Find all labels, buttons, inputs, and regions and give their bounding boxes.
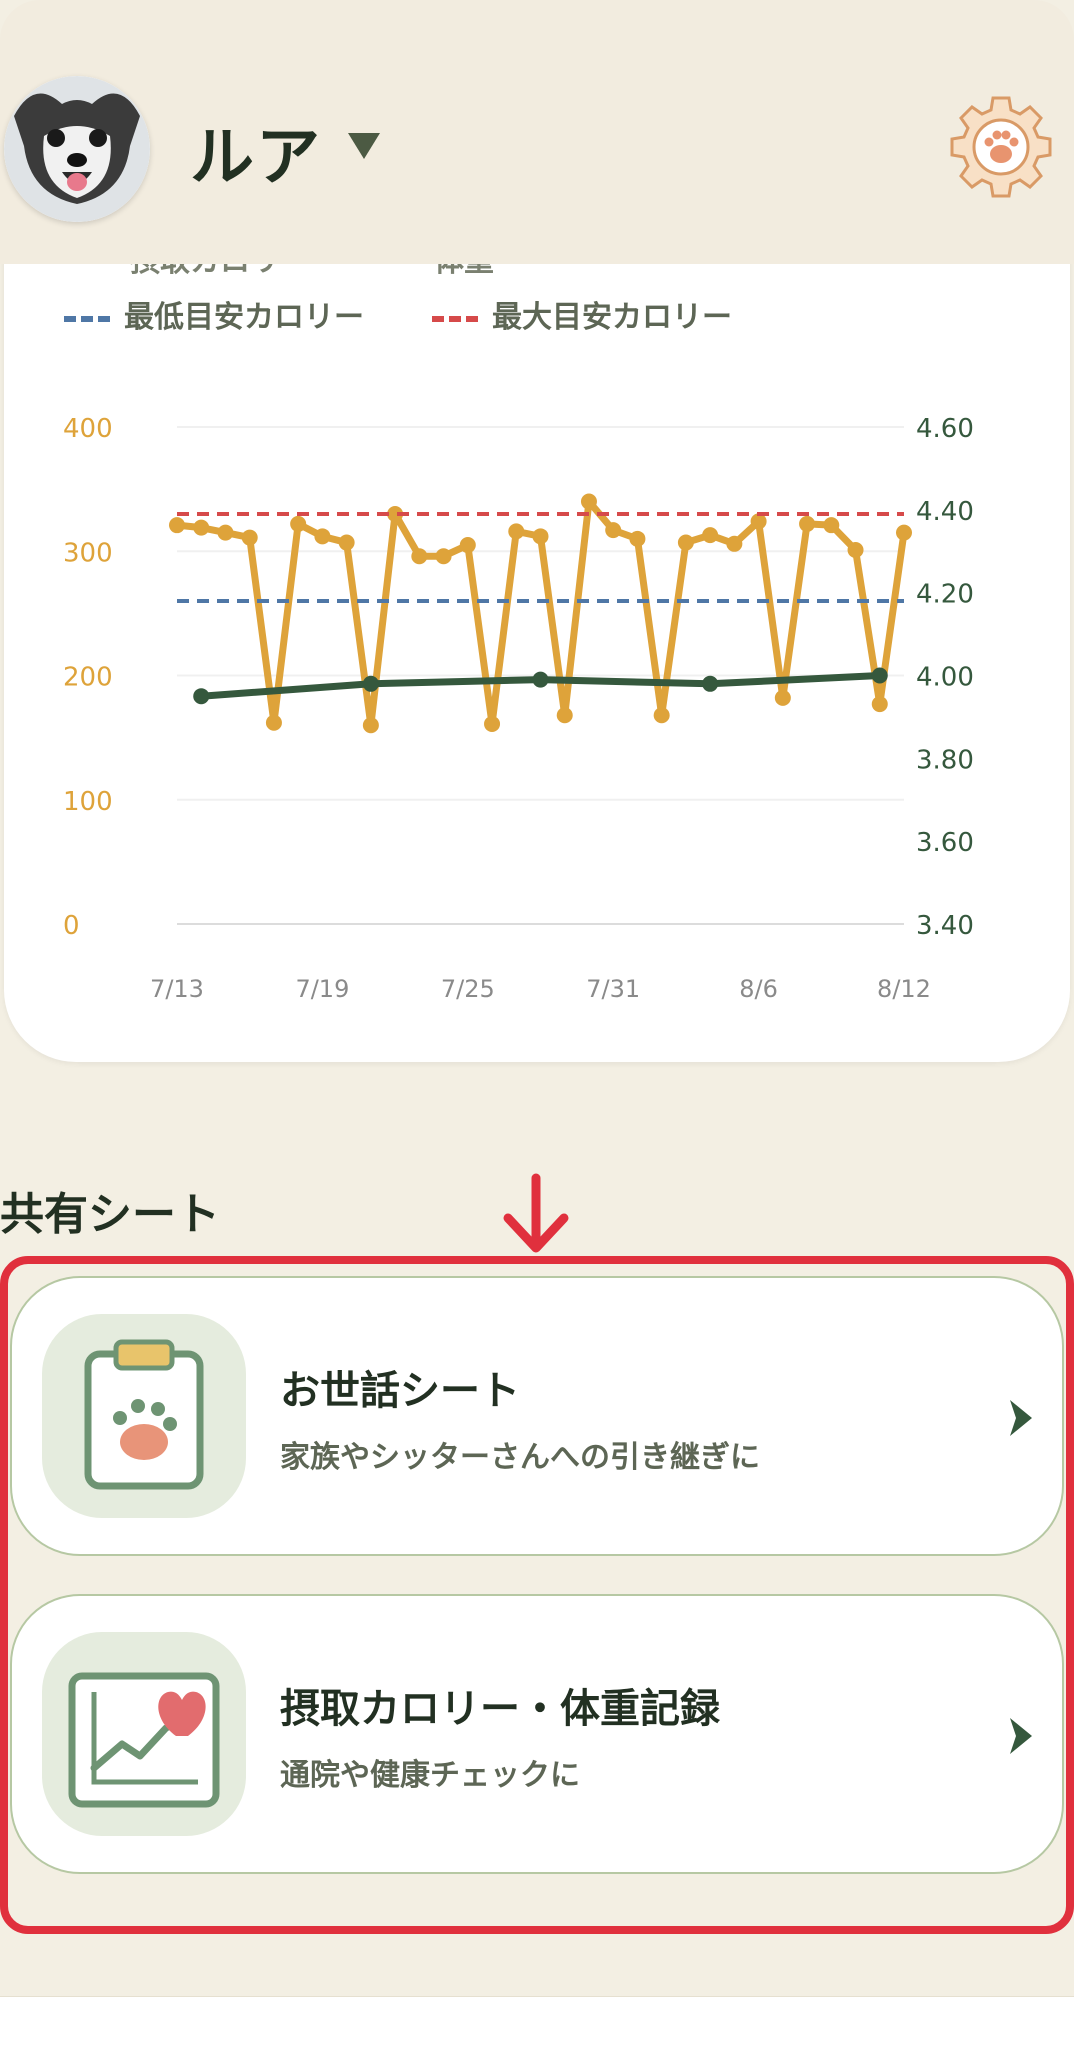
x-axis-tick-label: 7/13 — [150, 975, 204, 1003]
calorie-point — [193, 519, 210, 536]
weight-point — [193, 688, 210, 705]
app-header: ルア — [0, 0, 1074, 264]
calorie-point — [338, 534, 355, 551]
chevron-right-icon — [1010, 1400, 1032, 1436]
care-sheet-subtitle: 家族やシッターさんへの引き継ぎに — [280, 1440, 760, 1475]
calorie-point — [484, 715, 501, 732]
settings-button[interactable] — [948, 94, 1054, 200]
calorie-weight-record-card[interactable]: 摂取カロリー・体重記録 通院や健康チェックに — [10, 1594, 1064, 1874]
calorie-point — [702, 527, 719, 544]
calorie-weight-chart: 0 100 200 300 400 3.40 3.60 3.80 4.00 4.20 4.40 4.6… — [63, 414, 974, 1003]
calorie-point — [896, 524, 912, 541]
dog-photo-icon — [4, 76, 150, 222]
right-axis-tick-label: 3.60 — [916, 828, 974, 858]
pet-name[interactable]: ルア — [190, 106, 322, 198]
calorie-point — [217, 524, 234, 541]
calorie-point — [532, 528, 549, 545]
calorie-point — [580, 493, 597, 510]
caret-down-icon[interactable] — [348, 133, 380, 159]
left-axis-tick-label: 100 — [63, 787, 113, 817]
x-axis-tick-label: 8/12 — [877, 975, 931, 1003]
calorie-point — [265, 714, 282, 731]
x-axis-tick-label: 7/25 — [441, 975, 495, 1003]
calorie-point — [847, 542, 864, 559]
care-sheet-card[interactable]: お世話シート 家族やシッターさんへの引き継ぎに — [10, 1276, 1064, 1556]
right-axis-tick-label: 4.60 — [916, 414, 974, 444]
calorie-point — [823, 517, 840, 534]
gear-paw-icon — [950, 96, 1052, 198]
chart-heart-icon — [68, 1672, 220, 1808]
x-axis-tick-label: 8/6 — [739, 975, 778, 1003]
calorie-point — [556, 707, 573, 724]
x-axis-tick-label: 7/19 — [295, 975, 349, 1003]
app-screen: 摂取カロリー 体重 最低目安カロリー 最大目安カロリー 010020030040… — [0, 0, 1074, 2050]
left-axis-tick-label: 300 — [63, 538, 113, 568]
calorie-point — [774, 689, 791, 706]
calorie-point — [169, 517, 185, 534]
right-axis-tick-label: 3.40 — [916, 911, 974, 941]
calorie-point — [362, 717, 379, 734]
left-axis-tick-label: 0 — [63, 911, 80, 941]
care-sheet-title: お世話シート — [280, 1368, 520, 1414]
right-axis-tick-label: 4.40 — [916, 497, 974, 527]
calorie-point — [629, 530, 646, 547]
left-axis-tick-label: 400 — [63, 414, 113, 444]
weight-point — [702, 675, 719, 692]
arrow-down-icon — [503, 1173, 569, 1253]
right-axis-tick-label: 4.00 — [916, 663, 974, 693]
calorie-point — [508, 523, 525, 540]
calorie-point — [459, 537, 476, 554]
calorie-weight-tile — [42, 1632, 246, 1836]
calorie-point — [411, 548, 428, 565]
bottom-navigation — [0, 1996, 1074, 2050]
calorie-point — [314, 528, 331, 545]
calorie-point — [241, 529, 258, 546]
weight-point — [532, 671, 549, 688]
pet-avatar[interactable] — [4, 76, 150, 222]
chevron-right-icon — [1010, 1718, 1032, 1754]
x-axis-tick-label: 7/31 — [586, 975, 640, 1003]
care-sheet-tile — [42, 1314, 246, 1518]
section-title-shared: 共有シート — [0, 1189, 220, 1240]
left-axis-tick-label: 200 — [63, 663, 113, 693]
calorie-weight-subtitle: 通院や健康チェックに — [280, 1758, 580, 1793]
chart-card: 摂取カロリー 体重 最低目安カロリー 最大目安カロリー 010020030040… — [4, 150, 1070, 1062]
calorie-weight-title: 摂取カロリー・体重記録 — [280, 1686, 720, 1732]
right-axis-tick-label: 3.80 — [916, 745, 974, 775]
calorie-point — [605, 522, 622, 539]
calorie-point — [726, 535, 743, 552]
calorie-point — [653, 707, 670, 724]
clipboard-paw-icon — [84, 1339, 204, 1490]
weight-point — [362, 675, 379, 692]
calorie-point — [799, 515, 816, 532]
calorie-point — [871, 696, 888, 713]
calorie-point — [435, 548, 452, 565]
right-axis-tick-label: 4.20 — [916, 580, 974, 610]
weight-point — [871, 667, 888, 684]
calorie-point — [290, 515, 307, 532]
calorie-point — [677, 534, 694, 551]
